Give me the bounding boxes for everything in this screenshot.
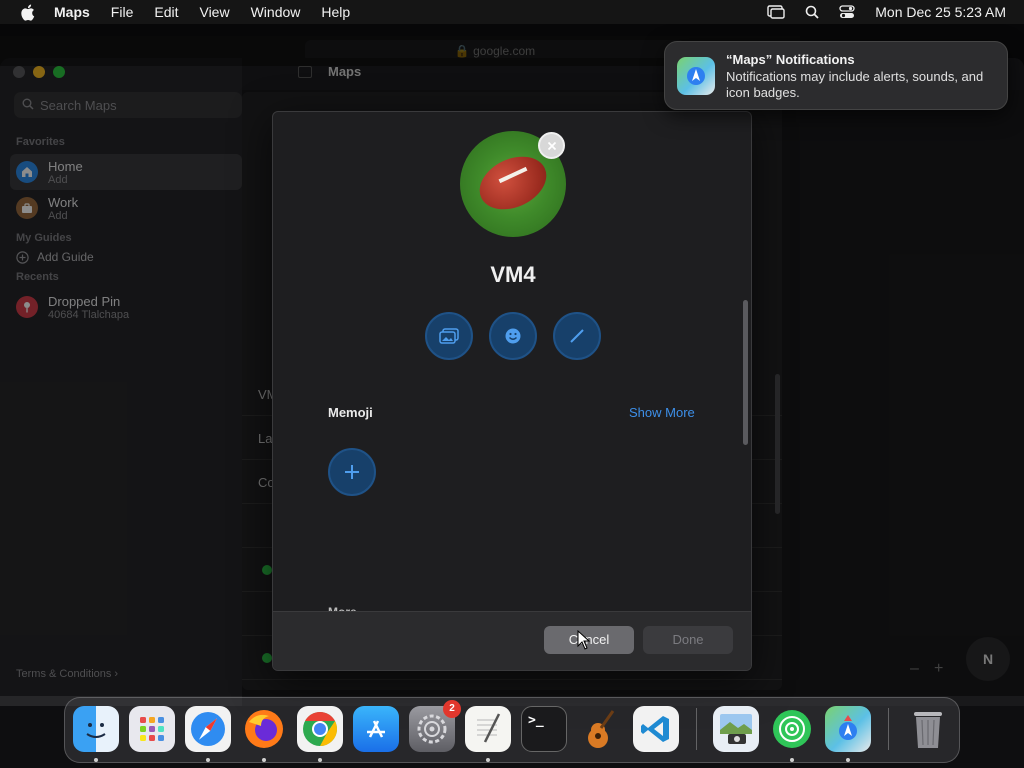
dock-separator [696,708,697,750]
show-more-link[interactable]: Show More [629,405,695,420]
contact-photo-modal: VM4 Memoji Show More More Cancel Done [272,111,752,671]
control-center-icon[interactable] [839,5,855,19]
add-memoji-button[interactable] [328,448,376,496]
system-settings-icon[interactable]: 2 [409,700,461,752]
remove-photo-button[interactable] [538,132,565,159]
photo-library-icon [439,327,459,344]
preview-icon[interactable] [713,706,759,752]
chrome-icon[interactable] [297,706,343,752]
modal-scrollbar[interactable] [743,300,748,445]
close-icon [547,141,556,150]
find-my-icon[interactable] [769,706,815,752]
running-indicator [206,758,210,762]
maps-app-icon [677,57,715,95]
menu-bar: Maps File Edit View Window Help Mon Dec … [0,0,1024,24]
running-indicator [486,758,490,762]
safari-icon[interactable] [185,706,231,752]
plus-icon [345,465,359,479]
maps-notification-banner[interactable]: “Maps” Notifications Notifications may i… [664,41,1008,110]
memoji-section-title: Memoji [328,405,373,420]
running-indicator [790,758,794,762]
menu-file[interactable]: File [111,4,134,20]
menu-window[interactable]: Window [251,4,301,20]
spotlight-search-icon[interactable] [805,5,819,19]
edit-button[interactable] [553,312,601,360]
emoji-button[interactable] [489,312,537,360]
notification-title: “Maps” Notifications [726,52,855,67]
modal-footer: Cancel Done [273,611,751,670]
trash-icon[interactable] [905,706,951,752]
firefox-icon[interactable] [241,706,287,752]
finder-icon[interactable] [73,706,119,752]
apple-menu-icon[interactable] [18,3,36,21]
menubar-clock[interactable]: Mon Dec 25 5:23 AM [875,4,1006,20]
terminal-icon[interactable]: >_ [521,706,567,752]
pencil-icon [570,329,584,343]
app-store-icon[interactable] [353,706,399,752]
dock-separator [888,708,889,750]
running-indicator [846,758,850,762]
textedit-icon[interactable] [465,706,511,752]
screen-mirroring-icon[interactable] [767,5,785,19]
dock: 2 >_ [64,697,960,763]
done-button[interactable]: Done [643,626,733,654]
contact-name: VM4 [490,262,536,287]
football-image [471,146,555,220]
menu-help[interactable]: Help [321,4,350,20]
menu-edit[interactable]: Edit [154,4,178,20]
photos-button[interactable] [425,312,473,360]
menu-app-maps[interactable]: Maps [54,4,90,20]
garageband-icon[interactable] [577,706,623,752]
menu-view[interactable]: View [199,4,229,20]
running-indicator [262,758,266,762]
mouse-cursor-icon [577,630,591,650]
terminal-prompt: >_ [528,713,544,728]
notification-body: Notifications may include alerts, sounds… [726,69,984,100]
launchpad-icon[interactable] [129,706,175,752]
running-indicator [94,758,98,762]
notification-badge: 2 [443,700,461,718]
vscode-icon[interactable] [633,706,679,752]
maps-icon[interactable] [825,706,871,752]
emoji-icon [505,328,521,344]
running-indicator [318,758,322,762]
